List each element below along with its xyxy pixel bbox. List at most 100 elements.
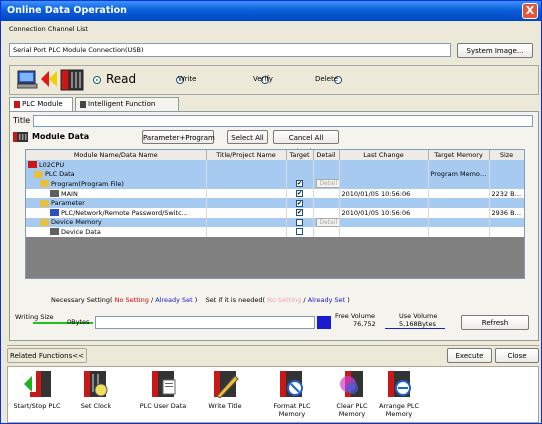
table-row[interactable]: L02CPU	[26, 160, 524, 170]
table-row[interactable]: MAIN ✔ 2010/01/05 10:56:06 2232 Bytes	[26, 188, 524, 199]
arrange-plc-memory-label[interactable]: Arrange PLC Memory	[373, 402, 425, 418]
cell-size	[489, 198, 524, 208]
related-functions-toggle[interactable]: Related Functions<<	[7, 348, 87, 363]
cell-title	[206, 198, 287, 208]
close-window-button[interactable]: X	[522, 3, 538, 19]
cell-title	[206, 207, 287, 218]
cell-detail	[313, 207, 340, 218]
start-stop-plc-label[interactable]: Start/Stop PLC	[9, 402, 65, 410]
format-plc-memory-icon[interactable]	[277, 370, 307, 398]
already-set-legend: Already Set	[155, 296, 193, 304]
col-size[interactable]: Size	[489, 150, 524, 160]
cell-title	[206, 160, 287, 170]
format-plc-memory-label[interactable]: Format PLC Memory	[264, 402, 320, 418]
table-row[interactable]: Device Data	[26, 227, 524, 237]
cell-last-change	[339, 217, 429, 228]
table-row[interactable]: PLC Data Program Memory...	[26, 169, 524, 180]
cell-target-memory: Program Memory...	[428, 169, 490, 180]
tree-node-icon	[50, 190, 59, 198]
plc-user-data-icon[interactable]	[149, 370, 179, 398]
cell-detail: Detail	[313, 179, 340, 189]
cell-target: ✔	[286, 179, 314, 189]
cell-size	[489, 160, 524, 170]
plc-user-data-label[interactable]: PLC User Data	[131, 402, 195, 410]
tree-node-icon	[40, 218, 49, 226]
tree-node-icon	[50, 209, 59, 217]
title-label: Title	[13, 116, 31, 125]
window-title: Online Data Operation	[1, 1, 541, 21]
col-target[interactable]: Target	[286, 150, 314, 160]
cell-detail: Detail	[313, 217, 340, 228]
parameter-program-button[interactable]: Parameter+Program	[142, 130, 215, 144]
table-row[interactable]: Parameter ✔	[26, 198, 524, 208]
cell-detail	[313, 188, 340, 199]
connection-group-label: Connection Channel List	[9, 25, 88, 33]
plc-read-icon	[17, 69, 84, 91]
system-image-button[interactable]: System Image...	[457, 43, 533, 58]
write-title-icon[interactable]	[211, 370, 241, 398]
col-title-project[interactable]: Title/Project Name	[206, 150, 287, 160]
target-checkbox[interactable]: ✔	[296, 190, 303, 198]
tab-intelligent-function-module[interactable]: Intelligent Function Module	[75, 97, 179, 121]
read-radio[interactable]	[93, 76, 101, 84]
volume-bar-track	[95, 316, 315, 329]
set-clock-icon[interactable]	[81, 370, 111, 398]
tree-node-icon	[50, 228, 59, 236]
execute-button[interactable]: Execute	[447, 348, 492, 363]
target-checkbox[interactable]: ✔	[296, 209, 303, 217]
read-label[interactable]: Read	[106, 72, 136, 86]
detail-button[interactable]: Detail	[315, 179, 338, 189]
table-row[interactable]: Device Memory Detail	[26, 217, 524, 228]
table-row[interactable]: PLC/Network/Remote Password/Switc... ✔ 201…	[26, 207, 524, 218]
target-checkbox[interactable]: ✔	[296, 180, 303, 188]
use-volume-value: 5,168Bytes	[399, 320, 436, 328]
delete-label[interactable]: Delete	[315, 75, 338, 83]
cell-title	[206, 169, 287, 180]
cell-target-memory	[428, 207, 490, 218]
detail-button[interactable]: Detail	[315, 217, 338, 227]
target-checkbox[interactable]: ✔	[296, 199, 303, 207]
module-data-label: Module Data	[32, 132, 90, 141]
write-label[interactable]: Write	[178, 75, 196, 83]
target-checkbox[interactable]	[296, 218, 303, 226]
col-target-memory[interactable]: Target Memory	[428, 150, 490, 160]
use-volume-label: Use Volume	[399, 312, 438, 320]
cell-name: MAIN	[26, 188, 207, 199]
verify-label[interactable]: Verify	[253, 75, 273, 83]
cell-target: ✔	[286, 198, 314, 208]
arrange-plc-memory-icon[interactable]	[385, 370, 415, 398]
cell-name: PLC Data	[26, 169, 207, 180]
write-title-label[interactable]: Write Title	[199, 402, 251, 410]
col-last-change[interactable]: Last Change	[339, 150, 429, 160]
start-stop-plc-icon[interactable]	[22, 370, 52, 398]
cell-last-change	[339, 198, 429, 208]
cell-size: 2936 Bytes	[489, 207, 524, 218]
set-clock-label[interactable]: Set Clock	[71, 402, 121, 410]
target-checkbox[interactable]	[296, 228, 303, 236]
cell-target	[286, 160, 314, 170]
cell-last-change: 2010/01/05 10:56:06	[339, 207, 429, 218]
online-data-operation-window: Online Data Operation X Connection Chann…	[0, 0, 542, 424]
connection-field: Serial Port PLC Module Connection(USB)	[9, 43, 451, 57]
cell-last-change	[339, 169, 429, 180]
col-detail[interactable]: Detail	[313, 150, 340, 160]
close-button[interactable]: Close	[495, 348, 539, 363]
title-input[interactable]	[33, 115, 533, 127]
clear-plc-memory-icon[interactable]	[336, 370, 366, 398]
cell-detail	[313, 160, 340, 170]
cell-title	[206, 217, 287, 228]
intelligent-module-icon	[80, 100, 86, 108]
cell-target-memory	[428, 160, 490, 170]
select-all-button[interactable]: Select All	[227, 130, 268, 144]
tab-plc-module[interactable]: PLC Module	[9, 97, 73, 111]
refresh-button[interactable]: Refresh	[461, 315, 529, 330]
already-set-optional-legend: Already Set	[307, 296, 346, 304]
cancel-all-selections-button[interactable]: Cancel All Selections	[273, 130, 339, 156]
cell-target: ✔	[286, 188, 314, 199]
table-row[interactable]: Program(Program File) ✔ Detail	[26, 179, 524, 189]
cell-target: ✔	[286, 207, 314, 218]
col-module-name[interactable]: Module Name/Data Name	[26, 150, 207, 160]
operation-mode-group	[9, 65, 539, 95]
cell-title	[206, 179, 287, 189]
divider	[7, 345, 539, 346]
